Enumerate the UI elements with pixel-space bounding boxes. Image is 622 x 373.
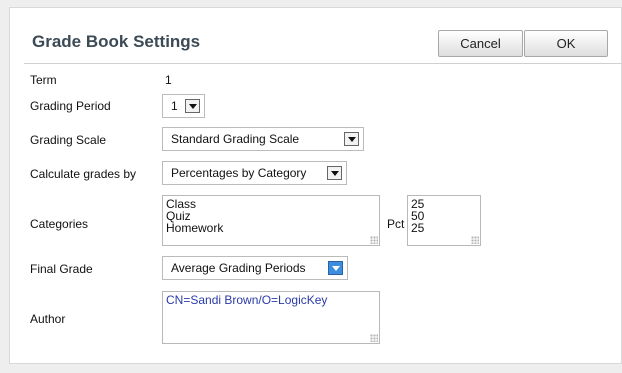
- calculate-grades-by-value: Percentages by Category: [171, 166, 307, 180]
- term-label: Term: [30, 73, 57, 87]
- grading-period-label: Grading Period: [30, 99, 111, 113]
- author-label: Author: [30, 312, 66, 326]
- calculate-grades-by-label: Calculate grades by: [30, 167, 137, 181]
- cancel-button[interactable]: Cancel: [438, 30, 523, 57]
- pct-item: 25: [411, 221, 425, 235]
- grading-period-value: 1: [171, 99, 178, 113]
- author-textarea[interactable]: CN=Sandi Brown/O=LogicKey: [162, 291, 380, 344]
- pct-textarea[interactable]: 25 50 25: [407, 195, 481, 246]
- category-item: Class: [166, 197, 197, 211]
- grading-period-select[interactable]: 1: [162, 94, 205, 118]
- author-value: CN=Sandi Brown/O=LogicKey: [166, 293, 328, 307]
- dialog-title: Grade Book Settings: [32, 32, 201, 51]
- final-grade-value: Average Grading Periods: [171, 261, 306, 275]
- final-grade-select[interactable]: Average Grading Periods: [162, 256, 348, 280]
- chevron-down-icon: [185, 99, 200, 113]
- chevron-down-icon: [327, 166, 342, 180]
- ok-button[interactable]: OK: [524, 30, 608, 57]
- categories-label: Categories: [30, 217, 89, 231]
- chevron-down-icon: [328, 261, 343, 275]
- term-value: 1: [165, 73, 172, 87]
- grading-scale-value: Standard Grading Scale: [171, 132, 300, 146]
- category-item: Homework: [166, 221, 224, 235]
- final-grade-label: Final Grade: [30, 262, 93, 276]
- resize-grip-icon[interactable]: [370, 334, 378, 342]
- title-divider: [24, 63, 621, 64]
- categories-textarea[interactable]: Class Quiz Homework: [162, 195, 380, 246]
- resize-grip-icon[interactable]: [471, 236, 479, 244]
- pct-label: Pct: [387, 217, 405, 231]
- calculate-grades-by-select[interactable]: Percentages by Category: [162, 161, 347, 185]
- chevron-down-icon: [344, 132, 359, 146]
- grade-book-settings-dialog: Grade Book Settings Cancel OK Term 1 Gra…: [9, 7, 622, 364]
- grading-scale-label: Grading Scale: [30, 133, 107, 147]
- grading-scale-select[interactable]: Standard Grading Scale: [162, 127, 364, 151]
- resize-grip-icon[interactable]: [370, 236, 378, 244]
